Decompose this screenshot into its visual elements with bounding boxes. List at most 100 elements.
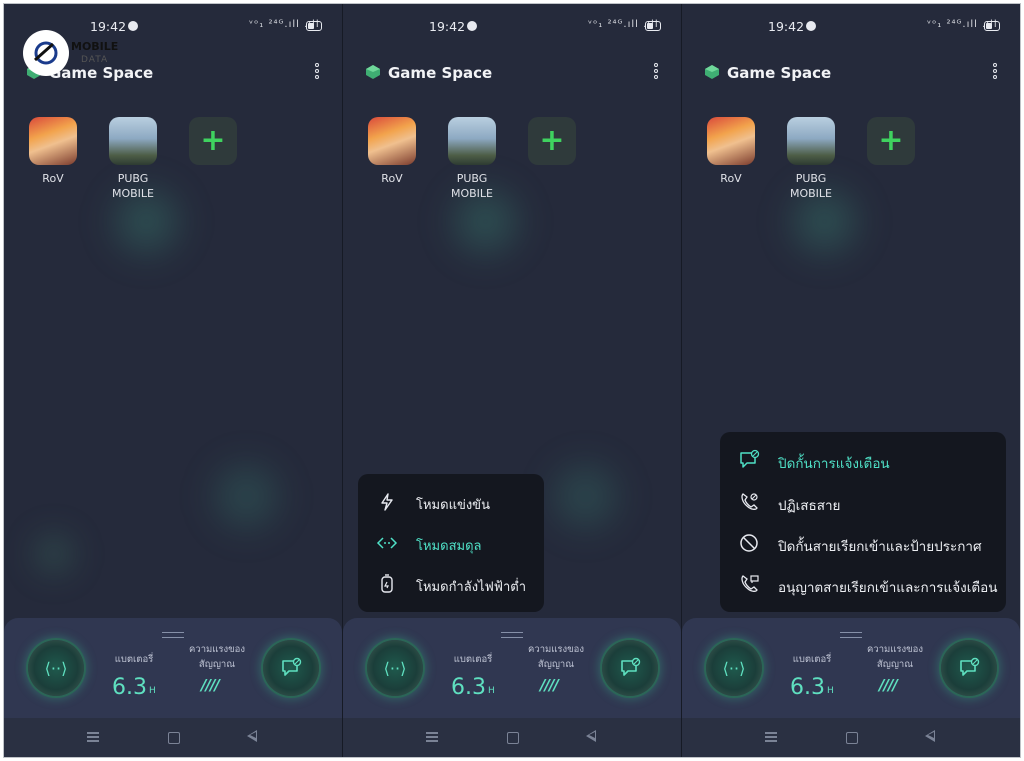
signal-strength-bars: //// xyxy=(540,676,559,694)
add-game-button[interactable]: + xyxy=(517,117,587,165)
battery-icon xyxy=(306,21,322,31)
pubg-icon xyxy=(787,117,835,165)
game-pubg[interactable]: PUBG MOBILE xyxy=(98,117,168,201)
performance-mode-button[interactable]: ⟨··⟩ xyxy=(28,640,84,696)
background-glow xyxy=(538,449,633,544)
game-label: PUBG MOBILE xyxy=(111,172,155,200)
performance-mode-button[interactable]: ⟨··⟩ xyxy=(706,640,762,696)
home-nav-icon[interactable] xyxy=(168,732,180,744)
battery-unit: H xyxy=(827,686,834,696)
chat-block-icon xyxy=(282,657,302,676)
performance-mode-button[interactable]: ⟨··⟩ xyxy=(367,640,423,696)
drag-handle[interactable] xyxy=(162,632,184,638)
watermark-logo: MOBILE DATA xyxy=(23,30,133,78)
game-pubg[interactable]: PUBG MOBILE xyxy=(776,117,846,201)
plus-icon: + xyxy=(867,117,915,165)
notif-label: อนุญาตสายเรียกเข้าและการแจ้งเตือน xyxy=(778,580,998,596)
game-label: RoV xyxy=(381,172,403,185)
messenger-icon xyxy=(467,21,477,31)
mode-balanced[interactable]: โหมดสมดุล xyxy=(358,523,544,563)
game-pubg[interactable]: PUBG MOBILE xyxy=(437,117,507,201)
messenger-icon xyxy=(806,21,816,31)
notification-block-button[interactable] xyxy=(941,640,997,696)
notif-allow-calls-notifications[interactable]: อนุญาตสายเรียกเข้าและการแจ้งเตือน xyxy=(720,564,1006,604)
battery-label: แบตเตอรี่ xyxy=(114,654,154,665)
navigation-bar xyxy=(682,718,1020,757)
clock: 19:42 xyxy=(768,19,805,34)
lightning-icon xyxy=(376,491,398,513)
notif-label: ปิดกั้นสายเรียกเข้าและป้ายประกาศ xyxy=(778,539,982,555)
more-options-icon[interactable] xyxy=(989,62,1001,82)
mode-competitive[interactable]: โหมดแข่งขัน xyxy=(358,482,544,522)
pubg-icon xyxy=(448,117,496,165)
call-allow-icon xyxy=(738,573,760,595)
notification-block-button[interactable] xyxy=(263,640,319,696)
game-rov[interactable]: RoV xyxy=(696,117,766,186)
notif-label: ปฏิเสธสาย xyxy=(778,498,841,514)
home-nav-icon[interactable] xyxy=(507,732,519,744)
back-nav-icon[interactable] xyxy=(586,730,596,742)
chat-block-icon xyxy=(960,657,980,676)
signal-label: ความแรงของ สัญญาณ xyxy=(189,644,245,670)
back-nav-icon[interactable] xyxy=(925,730,935,742)
watermark-text: MOBILE xyxy=(71,40,119,53)
menu-nav-icon[interactable] xyxy=(765,732,777,742)
plus-icon: + xyxy=(528,117,576,165)
app-bar: Game Space xyxy=(343,56,681,92)
background-glow xyxy=(199,449,294,544)
battery-value: 6.3 xyxy=(451,675,486,700)
more-options-icon[interactable] xyxy=(311,62,323,82)
battery-label: แบตเตอรี่ xyxy=(453,654,493,665)
notif-label: ปิดกั้นการแจ้งเตือน xyxy=(778,456,890,472)
rov-icon xyxy=(707,117,755,165)
game-rov[interactable]: RoV xyxy=(357,117,427,186)
block-icon xyxy=(738,532,760,554)
more-options-icon[interactable] xyxy=(650,62,662,82)
app-title: Game Space xyxy=(727,64,832,82)
drag-handle[interactable] xyxy=(840,632,862,638)
bottom-panel: ⟨··⟩ แบตเตอรี่ 6.3 H ความแรงของ สัญญาณ //… xyxy=(343,618,681,718)
notification-block-button[interactable] xyxy=(602,640,658,696)
chat-block-icon xyxy=(621,657,641,676)
battery-unit: H xyxy=(149,686,156,696)
add-game-button[interactable]: + xyxy=(856,117,926,165)
menu-nav-icon[interactable] xyxy=(426,732,438,742)
watermark-mark xyxy=(34,41,58,65)
home-nav-icon[interactable] xyxy=(846,732,858,744)
balance-icon: ⟨··⟩ xyxy=(722,658,746,678)
signal-strength-bars: //// xyxy=(201,676,220,694)
screen-panel-2: 19:42 ᵛᵒ₁ ²⁴ᴳ.ıll .ıll Game Space RoV PU… xyxy=(343,4,681,757)
game-rov[interactable]: RoV xyxy=(18,117,88,186)
bottom-panel: ⟨··⟩ แบตเตอรี่ 6.3 H ความแรงของ สัญญาณ //… xyxy=(682,618,1020,718)
chat-block-icon xyxy=(738,449,760,471)
notif-block-notifications[interactable]: ปิดกั้นการแจ้งเตือน xyxy=(720,440,1006,480)
status-bar: 19:42 ᵛᵒ₁ ²⁴ᴳ.ıll .ıll xyxy=(682,4,1020,46)
mode-label: โหมดกำลังไฟฟ้าต่ำ xyxy=(416,580,527,595)
back-nav-icon[interactable] xyxy=(247,730,257,742)
pubg-icon xyxy=(109,117,157,165)
add-game-button[interactable]: + xyxy=(178,117,248,165)
background-glow xyxy=(24,524,84,584)
mode-label: โหมดแข่งขัน xyxy=(416,498,490,513)
status-bar: 19:42 ᵛᵒ₁ ²⁴ᴳ.ıll .ıll xyxy=(343,4,681,46)
signal-label: ความแรงของ สัญญาณ xyxy=(867,644,923,670)
watermark-circle xyxy=(23,30,69,76)
signal-label: ความแรงของ สัญญาณ xyxy=(528,644,584,670)
call-reject-icon xyxy=(738,491,760,513)
mode-low-power[interactable]: โหมดกำลังไฟฟ้าต่ำ xyxy=(358,564,544,604)
mode-label: โหมดสมดุล xyxy=(416,539,482,554)
rov-icon xyxy=(368,117,416,165)
balance-icon: ⟨··⟩ xyxy=(44,658,68,678)
battery-icon xyxy=(645,21,661,31)
screen-panel-1: 19:42 ᵛᵒ₁ ²⁴ᴳ.ıll .ıll Game Space RoV PU… xyxy=(4,4,342,757)
game-label: PUBG MOBILE xyxy=(450,172,494,200)
notif-reject-calls[interactable]: ปฏิเสธสาย xyxy=(720,482,1006,522)
game-space-logo-icon xyxy=(705,65,719,79)
watermark-subtext: DATA xyxy=(81,55,109,65)
drag-handle[interactable] xyxy=(501,632,523,638)
menu-nav-icon[interactable] xyxy=(87,732,99,742)
notif-block-calls-banners[interactable]: ปิดกั้นสายเรียกเข้าและป้ายประกาศ xyxy=(720,523,1006,563)
balance-icon xyxy=(376,532,398,554)
navigation-bar xyxy=(343,718,681,757)
low-power-icon xyxy=(376,573,398,595)
